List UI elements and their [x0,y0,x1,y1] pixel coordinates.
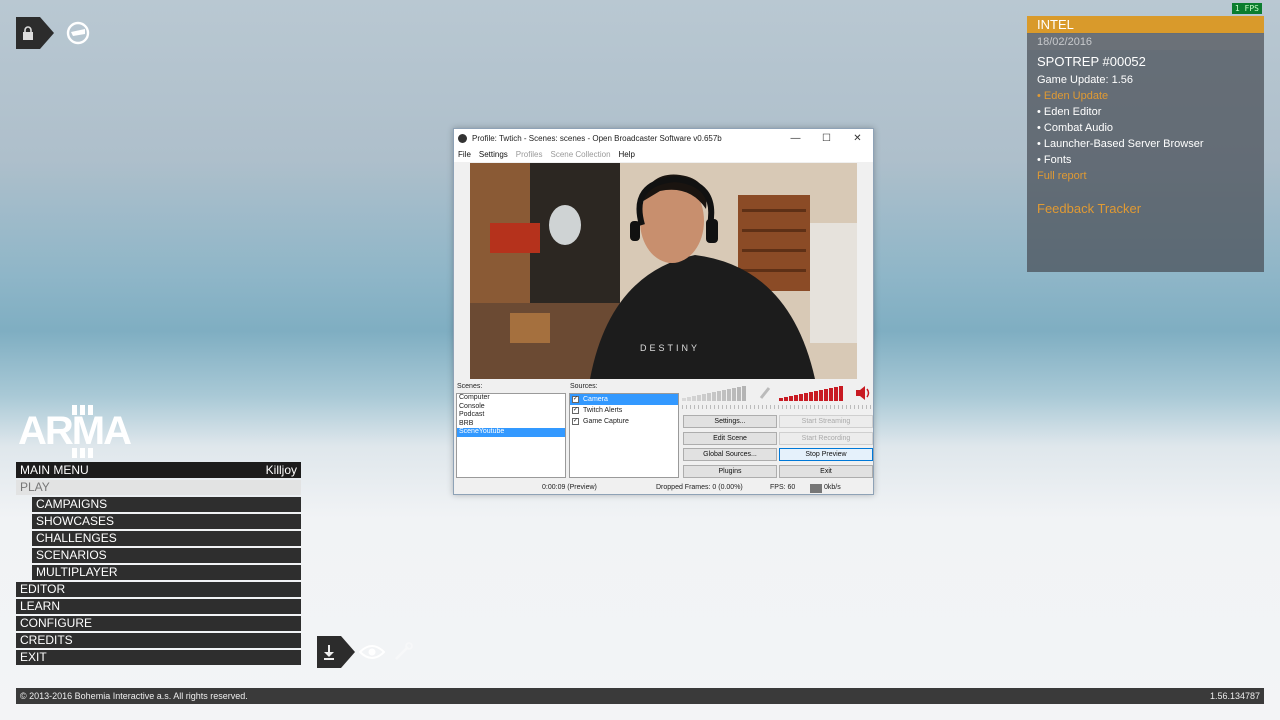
intel-list: • Eden Update • Eden Editor • Combat Aud… [1037,88,1254,168]
intel-item: • Eden Editor [1037,106,1102,118]
menu-profiles[interactable]: Profiles [516,148,543,162]
minimize-icon[interactable]: — [780,133,811,144]
menu-scene-collection[interactable]: Scene Collection [550,148,610,162]
top-left-toolbar [16,17,94,49]
source-label: Camera [583,396,608,403]
source-label: Twitch Alerts [583,407,623,414]
download-icon[interactable] [317,636,341,668]
sources-label: Sources: [570,383,598,390]
obs-logo-icon [458,134,467,143]
obs-menubar: File Settings Profiles Scene Collection … [454,148,873,162]
menu-item-play[interactable]: PLAY [16,480,301,495]
menu-item-exit[interactable]: EXIT [16,650,301,665]
bottom-toolbar [317,636,415,668]
settings-button[interactable]: Settings... [683,415,777,428]
global-sources-button[interactable]: Global Sources... [683,448,777,461]
expand-arrow-icon[interactable] [341,636,355,668]
obs-window-title: Profile: Twtich - Scenes: scenes - Open … [472,134,722,143]
obs-window: Profile: Twtich - Scenes: scenes - Open … [453,128,874,495]
menu-item-scenarios[interactable]: SCENARIOS [32,548,301,563]
arma-logo: ARMA [16,404,136,460]
start-streaming-button[interactable]: Start Streaming [779,415,873,428]
eye-icon[interactable] [357,636,387,668]
intel-date: 18/02/2016 [1027,34,1264,50]
menu-settings[interactable]: Settings [479,148,508,162]
source-item-twitch-alerts[interactable]: ✓ Twitch Alerts [570,405,678,416]
intel-subtitle: Game Update: 1.56 [1037,74,1134,86]
sources-list[interactable]: ✓ Camera ✓ Twitch Alerts ✓ Game Capture [569,393,679,478]
mic-volume-meter[interactable] [682,385,746,401]
menu-item-multiplayer[interactable]: MULTIPLAYER [32,565,301,580]
checkbox-icon[interactable]: ✓ [572,418,579,425]
bitrate-readout: 0kb/s [824,484,841,491]
menu-item-editor[interactable]: EDITOR [16,582,301,597]
svg-text:DESTINY: DESTINY [640,343,700,353]
start-recording-button[interactable]: Start Recording [779,432,873,445]
plugins-button[interactable]: Plugins [683,465,777,478]
full-report-link[interactable]: Full report [1037,168,1254,184]
scene-item[interactable]: BRB [457,420,565,429]
checkbox-icon[interactable]: ✓ [572,396,579,403]
scenes-label: Scenes: [457,383,483,390]
menu-item-showcases[interactable]: SHOWCASES [32,514,301,529]
lock-icon[interactable] [16,17,40,49]
camera-preview: DESTINY [470,163,857,379]
stop-preview-button[interactable]: Stop Preview [779,448,873,461]
menu-item-credits[interactable]: CREDITS [16,633,301,648]
intel-item: • Fonts [1037,154,1072,166]
source-item-camera[interactable]: ✓ Camera [570,394,678,405]
speaker-icon[interactable] [855,385,871,401]
obs-titlebar[interactable]: Profile: Twtich - Scenes: scenes - Open … [454,129,873,148]
close-icon[interactable]: ✕ [842,133,873,144]
menu-file[interactable]: File [458,148,471,162]
main-menu: MAIN MENU Killjoy PLAY CAMPAIGNS SHOWCAS… [16,462,301,665]
intel-item: • Launcher-Based Server Browser [1037,138,1204,150]
svg-text:ARMA: ARMA [18,409,131,453]
bitrate-indicator [810,484,822,493]
main-menu-title: MAIN MENU [20,463,89,477]
microphone-icon[interactable] [758,385,772,401]
intel-panel: INTEL 18/02/2016 SPOTREP #00052 Game Upd… [1027,16,1264,272]
scene-item[interactable]: Podcast [457,411,565,420]
obs-status-bar: 0:00:09 (Preview) Dropped Frames: 0 (0.0… [454,481,873,495]
tools-icon[interactable] [391,636,415,668]
feedback-tracker-link[interactable]: Feedback Tracker [1037,201,1254,216]
desktop-volume-meter[interactable] [779,385,843,401]
intel-header: INTEL [1027,16,1264,33]
menu-item-configure[interactable]: CONFIGURE [16,616,301,631]
fps-readout: FPS: 60 [770,484,796,491]
menu-item-learn[interactable]: LEARN [16,599,301,614]
copyright-text: © 2013-2016 Bohemia Interactive a.s. All… [20,691,248,701]
edit-scene-button[interactable]: Edit Scene [683,432,777,445]
fps-badge: 1 FPS [1231,3,1262,14]
exit-button[interactable]: Exit [779,465,873,478]
volume-scale [682,405,872,409]
footer-bar: © 2013-2016 Bohemia Interactive a.s. All… [16,688,1264,704]
scene-item[interactable]: Console [457,403,565,412]
source-label: Game Capture [583,418,629,425]
dropped-frames: Dropped Frames: 0 (0.00%) [656,484,743,491]
scene-item-selected[interactable]: SceneYoutube [457,428,565,437]
player-name[interactable]: Killjoy [266,462,297,478]
menu-item-challenges[interactable]: CHALLENGES [32,531,301,546]
menu-item-campaigns[interactable]: CAMPAIGNS [32,497,301,512]
menu-help[interactable]: Help [619,148,635,162]
scene-item[interactable]: Computer [457,394,565,403]
intel-item-eden-update[interactable]: • Eden Update [1037,88,1254,104]
main-menu-header: MAIN MENU Killjoy [16,462,301,478]
intel-item: • Combat Audio [1037,122,1114,134]
expand-arrow-icon[interactable] [40,17,54,49]
scenes-list[interactable]: Computer Console Podcast BRB SceneYoutub… [456,393,566,478]
version-text: 1.56.134787 [1209,691,1260,701]
helmet-profile-icon[interactable] [62,17,94,49]
checkbox-icon[interactable]: ✓ [572,407,579,414]
source-item-game-capture[interactable]: ✓ Game Capture [570,416,678,427]
stream-time: 0:00:09 (Preview) [542,484,597,491]
maximize-icon[interactable]: ☐ [811,133,842,144]
intel-title: SPOTREP #00052 [1037,54,1146,69]
